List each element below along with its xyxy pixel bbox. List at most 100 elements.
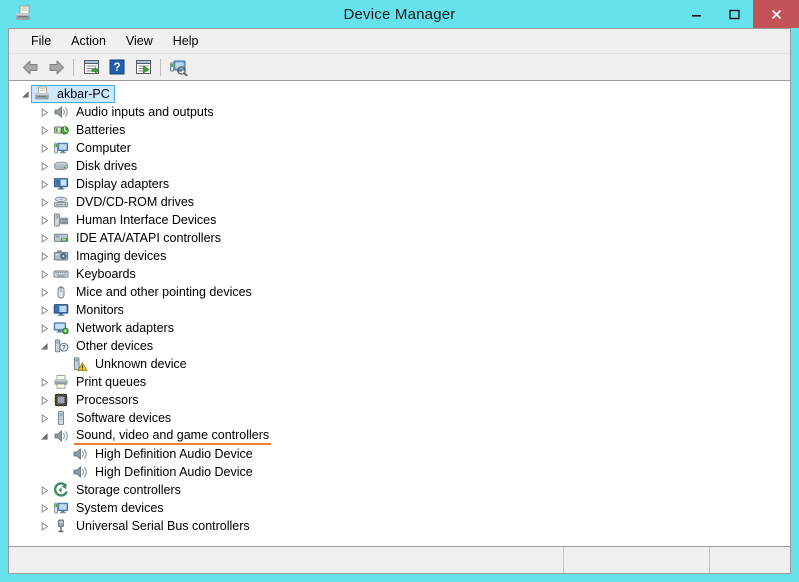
forward-icon[interactable]	[43, 56, 69, 78]
expander-expand-icon[interactable]	[36, 499, 52, 517]
expander-expand-icon[interactable]	[36, 301, 52, 319]
tree-row-content[interactable]: Unknown device	[71, 355, 190, 373]
tree-row[interactable]: Processors	[9, 391, 790, 409]
tree-row-content[interactable]: Software devices	[52, 409, 174, 427]
tree-row-content[interactable]: Display adapters	[52, 175, 172, 193]
tree-row-content[interactable]: Computer	[52, 139, 134, 157]
tree-row-content[interactable]: Keyboards	[52, 265, 139, 283]
tree-row[interactable]: Print queues	[9, 373, 790, 391]
tree-row[interactable]: Monitors	[9, 301, 790, 319]
expander-expand-icon[interactable]	[36, 229, 52, 247]
tree-row-content[interactable]: Storage controllers	[52, 481, 184, 499]
tree-row-label: Print queues	[76, 375, 147, 389]
expander-expand-icon[interactable]	[36, 517, 52, 535]
expander-expand-icon[interactable]	[36, 157, 52, 175]
tree-row[interactable]: Unknown device	[9, 355, 790, 373]
expander-expand-icon[interactable]	[36, 193, 52, 211]
tree-row[interactable]: Software devices	[9, 409, 790, 427]
tree-row-content[interactable]: Disk drives	[52, 157, 140, 175]
printer-icon	[53, 374, 69, 390]
minimize-button[interactable]	[677, 0, 715, 28]
tree-row-label: akbar-PC	[57, 87, 110, 101]
tree-row-label: DVD/CD-ROM drives	[76, 195, 195, 209]
tree-row[interactable]: Computer	[9, 139, 790, 157]
menu-view[interactable]: View	[116, 31, 163, 51]
menu-file[interactable]: File	[21, 31, 61, 51]
tree-row-label: Human Interface Devices	[76, 213, 217, 227]
tree-row-content[interactable]: Processors	[52, 391, 142, 409]
tree-row[interactable]: Mice and other pointing devices	[9, 283, 790, 301]
expander-expand-icon[interactable]	[36, 211, 52, 229]
tree-row[interactable]: Storage controllers	[9, 481, 790, 499]
tree-row[interactable]: Keyboards	[9, 265, 790, 283]
tree-row[interactable]: Universal Serial Bus controllers	[9, 517, 790, 535]
expander-expand-icon[interactable]	[36, 481, 52, 499]
expander-expand-icon[interactable]	[36, 373, 52, 391]
tree-row-label: Network adapters	[76, 321, 174, 335]
tree-row-content[interactable]: System devices	[52, 499, 167, 517]
properties-icon[interactable]	[78, 56, 104, 78]
tree-row[interactable]: Human Interface Devices	[9, 211, 790, 229]
tree-row-label: Imaging devices	[76, 249, 167, 263]
expander-collapse-icon[interactable]	[36, 427, 52, 445]
expander-expand-icon[interactable]	[36, 175, 52, 193]
expander-expand-icon[interactable]	[36, 103, 52, 121]
tree-row[interactable]: DVD/CD-ROM drives	[9, 193, 790, 211]
tree-row-content[interactable]: Sound, video and game controllers	[52, 427, 272, 445]
tree-row-content[interactable]: ? Other devices	[52, 337, 156, 355]
tree-row-label: Batteries	[76, 123, 126, 137]
expander-expand-icon[interactable]	[36, 265, 52, 283]
tree-row[interactable]: Batteries	[9, 121, 790, 139]
tree-row-content[interactable]: High Definition Audio Device	[71, 445, 256, 463]
expander-expand-icon[interactable]	[36, 139, 52, 157]
tree-row-content[interactable]: Print queues	[52, 373, 149, 391]
expander-expand-icon[interactable]	[36, 409, 52, 427]
tree-row[interactable]: IDE ATA/ATAPI controllers	[9, 229, 790, 247]
scan-for-hardware-changes-icon[interactable]	[165, 56, 191, 78]
tree-row-label: High Definition Audio Device	[95, 447, 253, 461]
tree-row[interactable]: Audio inputs and outputs	[9, 103, 790, 121]
tree-row-content[interactable]: High Definition Audio Device	[71, 463, 256, 481]
tree-row[interactable]: High Definition Audio Device	[9, 463, 790, 481]
expander-expand-icon[interactable]	[36, 319, 52, 337]
expander-expand-icon[interactable]	[36, 121, 52, 139]
tree-row[interactable]: Network adapters	[9, 319, 790, 337]
tree-row-content[interactable]: Universal Serial Bus controllers	[52, 517, 253, 535]
tree-row-content[interactable]: Audio inputs and outputs	[52, 103, 217, 121]
menu-help[interactable]: Help	[163, 31, 209, 51]
tree-row-label: Sound, video and game controllers	[74, 428, 272, 445]
status-cell-1	[563, 547, 709, 573]
tree-row-content[interactable]: akbar-PC	[31, 85, 115, 103]
tree-row-content[interactable]: Batteries	[52, 121, 128, 139]
tree-row[interactable]: Disk drives	[9, 157, 790, 175]
tree-row[interactable]: Display adapters	[9, 175, 790, 193]
tree-row[interactable]: High Definition Audio Device	[9, 445, 790, 463]
tree-row-content[interactable]: Human Interface Devices	[52, 211, 219, 229]
close-button[interactable]	[753, 0, 799, 28]
software-device-icon	[53, 410, 69, 426]
camera-icon	[53, 248, 69, 264]
tree-row-content[interactable]: Network adapters	[52, 319, 177, 337]
tree-row-content[interactable]: Imaging devices	[52, 247, 169, 265]
tree-row-content[interactable]: DVD/CD-ROM drives	[52, 193, 197, 211]
maximize-button[interactable]	[715, 0, 753, 28]
tree-row[interactable]: Imaging devices	[9, 247, 790, 265]
tree-row-content[interactable]: Mice and other pointing devices	[52, 283, 255, 301]
show-hidden-devices-icon[interactable]	[130, 56, 156, 78]
network-adapter-icon	[53, 320, 69, 336]
expander-expand-icon[interactable]	[36, 247, 52, 265]
expander-collapse-icon[interactable]	[36, 337, 52, 355]
back-icon[interactable]	[17, 56, 43, 78]
optical-drive-icon	[53, 194, 69, 210]
tree-row-content[interactable]: Monitors	[52, 301, 127, 319]
tree-row[interactable]: System devices	[9, 499, 790, 517]
expander-expand-icon[interactable]	[36, 391, 52, 409]
menu-action[interactable]: Action	[61, 31, 116, 51]
tree-row-content[interactable]: IDE ATA/ATAPI controllers	[52, 229, 224, 247]
tree-row[interactable]: ? Other devices	[9, 337, 790, 355]
tree-row[interactable]: akbar-PC	[9, 85, 790, 103]
help-icon[interactable]: ?	[104, 56, 130, 78]
expander-expand-icon[interactable]	[36, 283, 52, 301]
tree-row[interactable]: Sound, video and game controllers	[9, 427, 790, 445]
device-tree[interactable]: akbar-PC Audio inputs and outputs Batterie…	[9, 81, 790, 546]
